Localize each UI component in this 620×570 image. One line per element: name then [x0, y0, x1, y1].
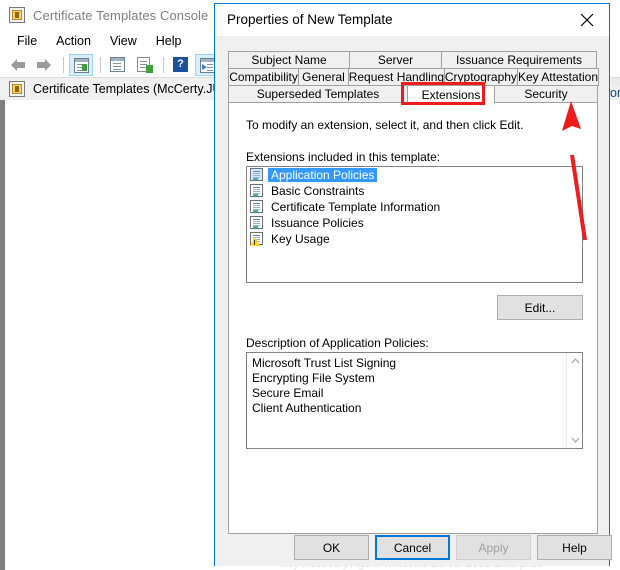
tab-issuance-requirements[interactable]: Issuance Requirements [441, 51, 597, 69]
help-button[interactable]: Help [537, 535, 612, 560]
extensions-tab-pane: To modify an extension, select it, and t… [228, 102, 598, 534]
tab-row-1: Subject Name Server Issuance Requirement… [228, 51, 598, 69]
tree-root-label: Certificate Templates (McCerty.JUN [33, 82, 231, 96]
description-box[interactable]: Microsoft Trust List Signing Encrypting … [246, 352, 583, 449]
console-title: Certificate Templates Console [33, 7, 209, 23]
console-right-edge-fragment: on [610, 86, 620, 100]
description-scrollbar[interactable] [566, 353, 582, 448]
description-content: Microsoft Trust List Signing Encrypting … [252, 356, 564, 416]
extensions-list-label: Extensions included in this template: [246, 150, 441, 164]
dialog-body: Subject Name Server Issuance Requirement… [215, 36, 612, 566]
close-icon[interactable] [565, 4, 609, 35]
list-item[interactable]: Key Usage [247, 231, 582, 247]
menu-action[interactable]: Action [47, 32, 101, 50]
ok-button[interactable]: OK [294, 535, 369, 560]
dialog-title: Properties of New Template [227, 12, 393, 27]
tab-compatibility[interactable]: Compatibility [228, 68, 300, 86]
tab-key-attestation[interactable]: Key Attestation [516, 68, 599, 86]
export-list-icon[interactable] [132, 54, 156, 76]
back-arrow-icon[interactable] [6, 54, 30, 76]
apply-button: Apply [456, 535, 531, 560]
toolbar-separator [63, 56, 64, 73]
extensions-listbox[interactable]: Application Policies Basic Constraints C… [246, 166, 583, 283]
description-line: Encrypting File System [252, 371, 375, 385]
list-item[interactable]: Issuance Policies [247, 215, 582, 231]
forward-arrow-icon[interactable] [32, 54, 56, 76]
chevron-down-icon[interactable] [567, 432, 583, 448]
extension-icon [250, 168, 264, 182]
list-item-label: Certificate Template Information [271, 200, 441, 214]
list-item-label: Basic Constraints [271, 184, 365, 198]
console-icon [9, 7, 25, 23]
tab-superseded-templates[interactable]: Superseded Templates [228, 85, 408, 103]
toolbar-separator [100, 56, 101, 73]
show-hide-tree-icon[interactable] [69, 53, 93, 76]
help-icon[interactable]: ? [169, 54, 193, 76]
list-item[interactable]: Certificate Template Information [247, 199, 582, 215]
annotation-highlight-rectangle [401, 82, 485, 105]
instruction-text: To modify an extension, select it, and t… [246, 118, 524, 132]
list-item-label: Application Policies [268, 168, 378, 182]
edit-button[interactable]: Edit... [497, 295, 583, 320]
list-item[interactable]: Application Policies [247, 167, 582, 183]
tab-security[interactable]: Security [494, 85, 598, 103]
description-line: Client Authentication [252, 401, 362, 415]
toolbar-separator [163, 56, 164, 73]
tab-server[interactable]: Server [349, 51, 442, 69]
certificate-templates-icon [9, 81, 25, 97]
console-right-column-stub [612, 78, 620, 86]
tab-subject-name[interactable]: Subject Name [228, 51, 350, 69]
screenshot-root: Certificate Templates Console File Actio… [0, 0, 620, 570]
properties-icon[interactable] [106, 54, 130, 76]
description-label: Description of Application Policies: [246, 336, 429, 350]
list-item-label: Key Usage [271, 232, 330, 246]
chevron-up-icon[interactable] [567, 353, 583, 369]
tab-general[interactable]: General [298, 68, 349, 86]
menu-view[interactable]: View [101, 32, 147, 50]
cancel-button[interactable]: Cancel [375, 535, 450, 560]
description-line: Secure Email [252, 386, 324, 400]
extension-icon [250, 200, 264, 214]
list-item-label: Issuance Policies [271, 216, 364, 230]
extension-icon [250, 216, 264, 230]
menu-file[interactable]: File [8, 32, 47, 50]
dialog-titlebar[interactable]: Properties of New Template [215, 4, 609, 36]
menu-help[interactable]: Help [147, 32, 192, 50]
extension-icon [250, 184, 264, 198]
description-line: Microsoft Trust List Signing [252, 356, 397, 370]
dialog-button-row: OK Cancel Apply Help [215, 532, 612, 566]
list-item[interactable]: Basic Constraints [247, 183, 582, 199]
extension-warning-icon [250, 232, 264, 246]
